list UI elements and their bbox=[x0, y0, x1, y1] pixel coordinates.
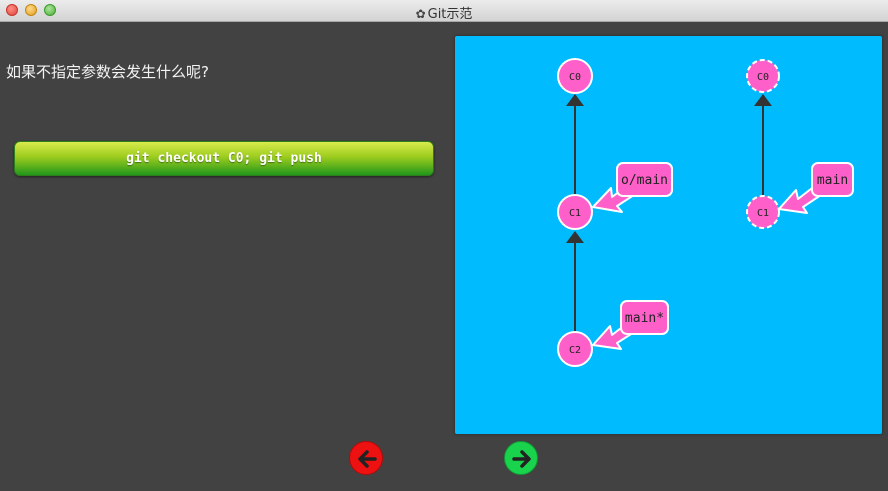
back-button[interactable] bbox=[349, 441, 383, 475]
branch-name: main* bbox=[625, 311, 664, 326]
git-command-button[interactable]: git checkout C0; git push bbox=[14, 141, 434, 176]
git-graph: C0 C1 C2 C0 C1 o/main main* main bbox=[557, 58, 854, 367]
arrow-left-icon bbox=[358, 450, 377, 468]
remote-commit-c0[interactable]: C0 bbox=[746, 59, 780, 93]
local-commit-c0[interactable]: C0 bbox=[557, 58, 593, 94]
commit-label: C0 bbox=[757, 72, 769, 83]
commit-label: C1 bbox=[569, 208, 581, 219]
window-title: Git示范 bbox=[427, 7, 473, 22]
remote-edges bbox=[754, 94, 772, 195]
arrow-right-icon bbox=[512, 450, 531, 468]
branch-label-o-main[interactable]: o/main bbox=[616, 162, 673, 197]
question-text: 如果不指定参数会发生什么呢? bbox=[6, 63, 209, 81]
local-commit-c2[interactable]: C2 bbox=[557, 331, 593, 367]
branch-name: main bbox=[817, 173, 848, 188]
branch-name: o/main bbox=[621, 173, 668, 188]
local-commit-c1[interactable]: C1 bbox=[557, 194, 593, 230]
commit-label: C1 bbox=[757, 208, 769, 219]
git-visualization-canvas: C0 C1 C2 C0 C1 o/main main* main bbox=[455, 36, 882, 434]
remote-commit-c1[interactable]: C1 bbox=[746, 195, 780, 229]
branch-label-main-remote[interactable]: main bbox=[811, 162, 854, 197]
commit-label: C2 bbox=[569, 345, 581, 356]
forward-button[interactable] bbox=[504, 441, 538, 475]
gear-icon: ✿ bbox=[415, 7, 426, 21]
window-titlebar: ✿ Git示范 bbox=[0, 0, 888, 22]
window-title-container: ✿ Git示范 bbox=[0, 3, 888, 22]
commit-label: C0 bbox=[569, 72, 581, 83]
branch-label-main-local[interactable]: main* bbox=[620, 300, 669, 335]
